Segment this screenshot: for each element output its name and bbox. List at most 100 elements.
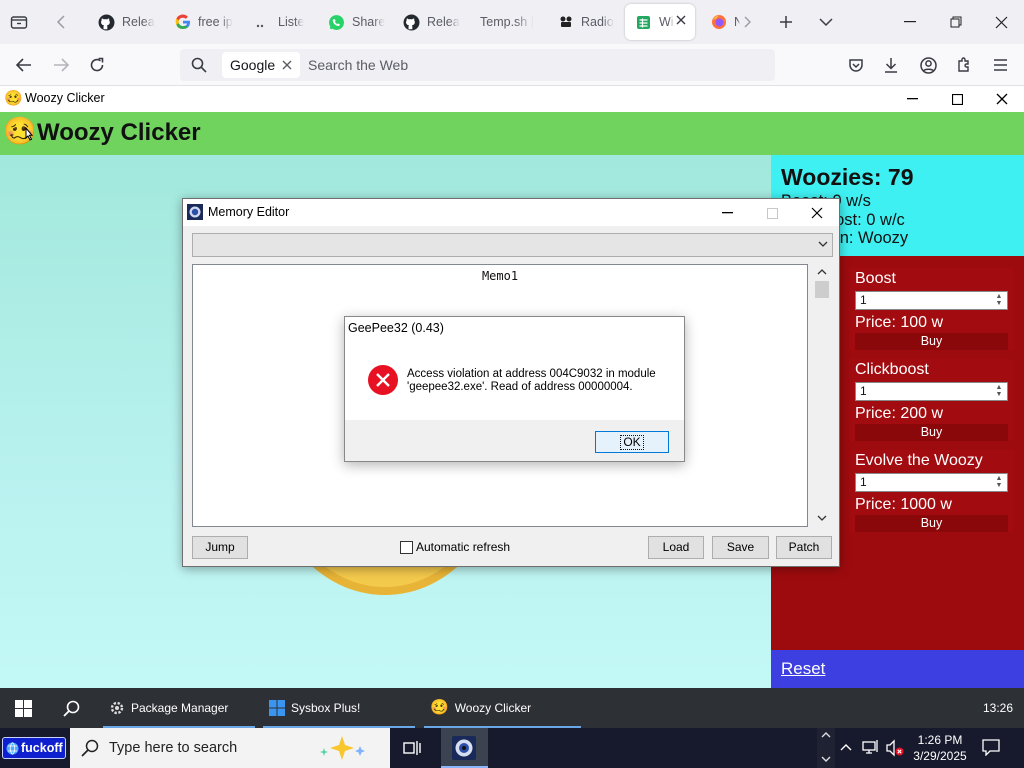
scroll-tabs-left-icon[interactable] [51,11,71,33]
evolve-quantity-input[interactable]: 1 ▲ ▼ [855,473,1008,492]
show-hidden-icons-icon[interactable] [840,743,852,751]
quantity-value: 1 [860,475,867,489]
jump-button[interactable]: Jump [192,536,248,559]
checkbox-box[interactable] [400,540,413,554]
close-tab-icon[interactable] [675,14,687,26]
patch-button[interactable]: Patch [776,536,832,559]
task-sysbox-plus[interactable]: Sysbox Plus! [263,688,415,728]
tab-free-ip[interactable]: free ip [164,4,236,40]
host-search-box[interactable]: Type here to search [70,728,390,768]
taskbar-scroll[interactable] [817,728,835,768]
task-woozy-clicker[interactable]: 🥴 Woozy Clicker [424,688,581,728]
browser-close-icon[interactable] [989,11,1013,33]
spinner-icon[interactable]: ▲ ▼ [993,293,1005,308]
forward-icon[interactable] [49,54,73,76]
list-all-tabs-icon[interactable] [814,11,838,33]
scroll-thumb[interactable] [815,281,829,298]
boost-quantity-input[interactable]: 1 ▲ ▼ [855,291,1008,310]
mem-close-icon[interactable] [806,203,828,223]
back-icon[interactable] [12,54,36,76]
reload-icon[interactable] [85,54,109,76]
buy-clickboost-button[interactable]: Buy [855,424,1008,441]
mouse-cursor-icon [22,127,36,145]
save-button[interactable]: Save [712,536,769,559]
ok-label: OK [620,435,644,450]
auto-refresh-checkbox[interactable]: Automatic refresh [400,540,510,554]
scroll-down-icon[interactable] [821,756,831,763]
memory-editor-title-bar[interactable]: Memory Editor [183,199,839,226]
buy-boost-button[interactable]: Buy [855,333,1008,350]
geepee-app-icon [452,736,476,760]
tab-listen[interactable]: Liste [244,4,316,40]
load-button[interactable]: Load [648,536,704,559]
scroll-up-icon[interactable] [821,731,831,738]
geepee-app-icon [187,204,203,220]
pinned-app-geepee[interactable] [441,728,488,768]
tab-active[interactable]: Wi [625,4,695,40]
tray-date: 3/29/2025 [913,749,967,763]
extensions-icon[interactable] [953,54,975,76]
memo-scrollbar[interactable] [812,264,832,527]
notification-icon[interactable] [982,738,1000,756]
tab-radio[interactable]: Radio [547,4,619,40]
volume-muted-icon[interactable] [885,739,905,757]
tab-share[interactable]: Share [318,4,390,40]
package-manager-icon [109,700,125,716]
dots-icon [254,14,271,31]
tab-list-icon[interactable] [8,11,30,33]
task-view-icon[interactable] [403,739,423,757]
scroll-up-icon[interactable] [817,268,827,275]
search-icon [191,57,207,73]
shop-card-clickboost: Clickboost 1 ▲ ▼ Price: 200 w Buy [849,359,1014,441]
windows-start-icon[interactable] [15,700,32,717]
task-package-manager[interactable]: Package Manager [103,688,255,728]
tab-label: Liste [278,15,305,29]
auto-refresh-label: Automatic refresh [416,540,511,554]
reset-link[interactable]: Reset [781,659,825,679]
inner-search-icon[interactable] [63,700,80,717]
new-tab-icon[interactable] [774,11,798,33]
tray-clock[interactable]: 1:26 PM 3/29/2025 [908,732,972,764]
tab-label: Relea [427,15,460,29]
app-close-icon[interactable] [991,89,1013,109]
mem-maximize-icon [761,203,783,223]
spinner-icon[interactable]: ▲ ▼ [993,475,1005,490]
app-minimize-icon[interactable] [901,89,923,109]
account-icon[interactable] [917,54,939,76]
start-pill[interactable]: fuckoff [2,737,66,759]
game-header: 🥴 Woozy Clicker [0,112,1024,155]
shop-card-evolve: Evolve the Woozy 1 ▲ ▼ Price: 1000 w Buy [849,450,1014,532]
download-icon[interactable] [880,54,902,76]
firefox-icon [710,14,727,31]
network-icon[interactable] [862,739,880,755]
tab-temp-sh[interactable]: Temp.sh | [470,4,542,40]
browser-minimize-icon[interactable] [898,11,922,33]
browser-restore-icon[interactable] [944,11,968,33]
scroll-down-icon[interactable] [817,515,827,522]
host-search-icon [81,739,99,757]
task-label: Woozy Clicker [454,701,532,715]
app-maximize-icon[interactable] [946,89,968,109]
tab-release-2[interactable]: Relea [393,4,465,40]
mem-minimize-icon[interactable] [716,203,738,223]
chevron-down-icon [818,241,828,248]
address-combo[interactable] [192,233,833,257]
memo-text: Memo1 [481,269,519,283]
tab-release-1[interactable]: Relea [88,4,158,40]
ok-button[interactable]: OK [595,431,669,453]
task-label: Sysbox Plus! [291,701,361,715]
pocket-icon[interactable] [845,54,867,76]
app-title-bar: 🥴 Woozy Clicker [0,86,1024,112]
spinner-icon[interactable]: ▲ ▼ [993,384,1005,399]
url-bar[interactable]: Google Search the Web [180,49,775,81]
menu-icon[interactable] [989,54,1011,76]
error-dialog-title: GeePee32 (0.43) [348,321,444,335]
tab-firefox[interactable]: N [700,4,740,40]
whatsapp-icon [328,14,345,31]
buy-evolve-button[interactable]: Buy [855,515,1008,532]
search-engine-chip[interactable]: Google [222,52,301,78]
scroll-tabs-right-icon[interactable] [740,12,756,32]
remove-engine-icon[interactable] [282,60,292,70]
clickboost-quantity-input[interactable]: 1 ▲ ▼ [855,382,1008,401]
nav-bar: Google Search the Web [0,44,1024,86]
